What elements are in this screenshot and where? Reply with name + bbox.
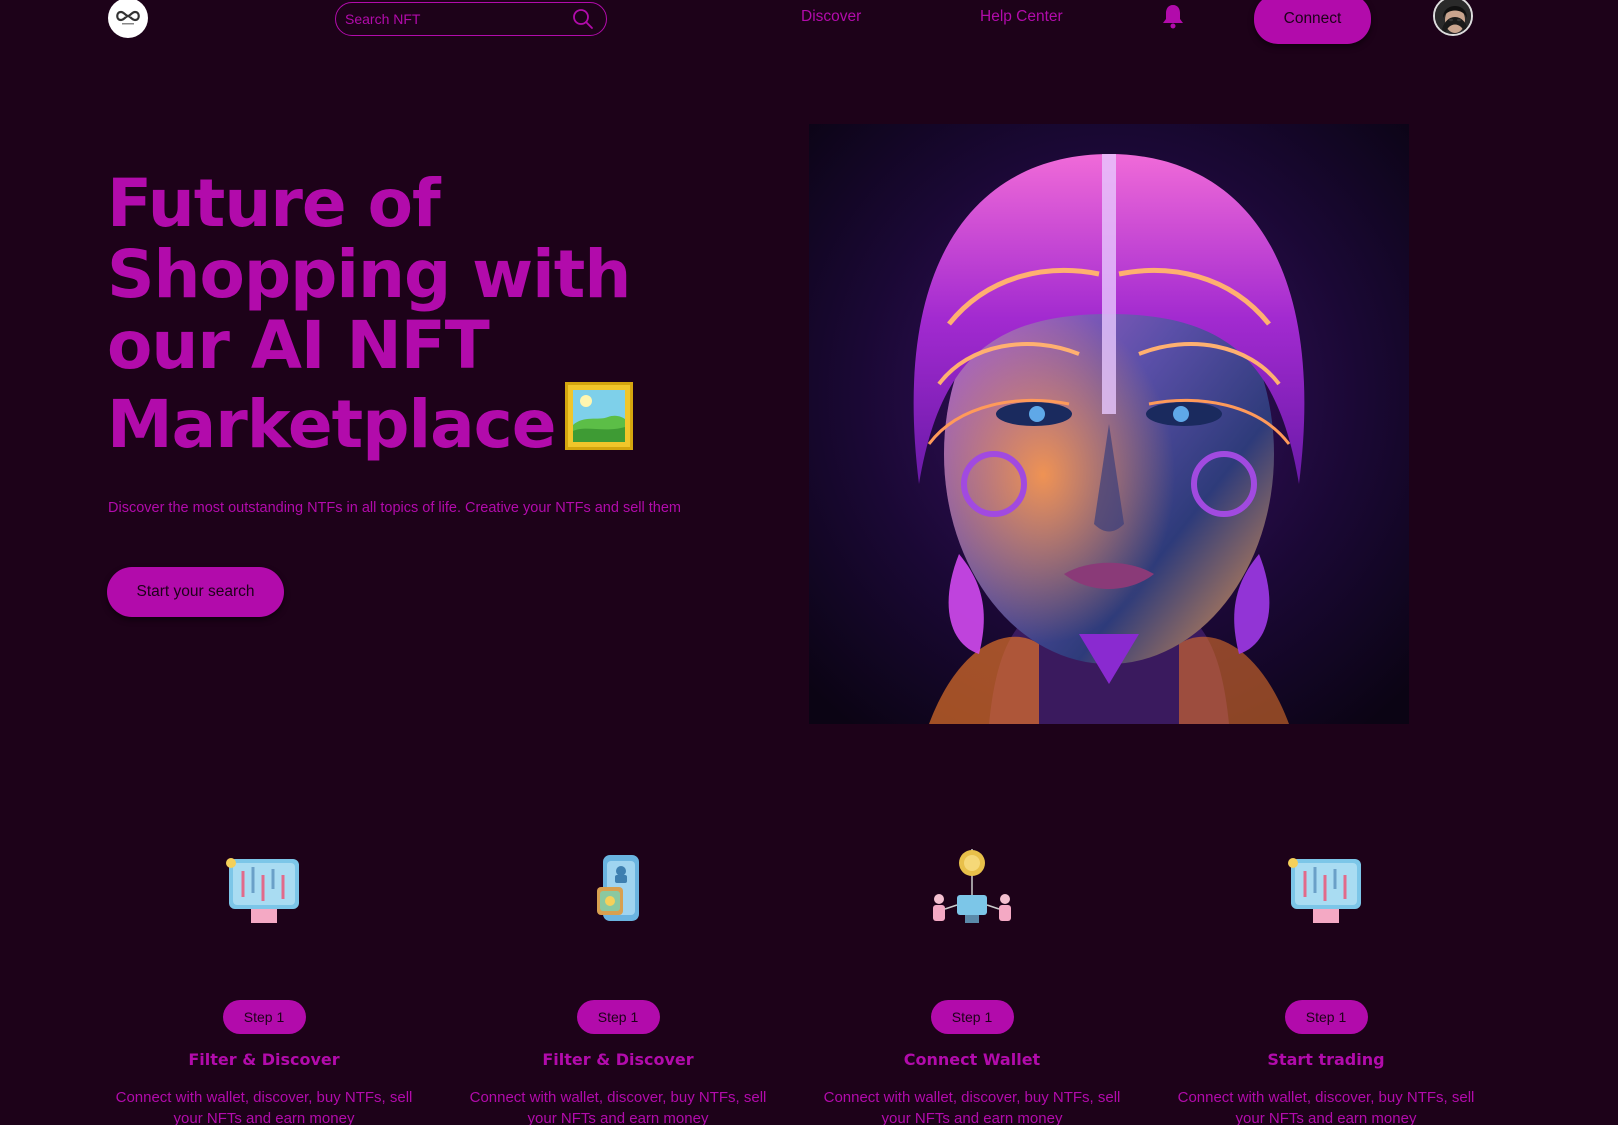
- hero-title-line-3: our AI NFT: [107, 307, 490, 384]
- hero-title-line-1: Future of: [107, 165, 441, 242]
- step-badge: Step 1: [930, 1000, 1014, 1034]
- hero-title-line-4: Marketplace: [107, 386, 556, 463]
- chart-monitor-icon: [1288, 858, 1361, 923]
- ai-portrait-illustration: [809, 124, 1409, 724]
- step-title: Connect Wallet: [903, 1050, 1041, 1069]
- search-icon[interactable]: [572, 8, 594, 30]
- infinity-logo-icon: [116, 10, 140, 25]
- step-title: Filter & Discover: [188, 1050, 340, 1069]
- connect-button[interactable]: Connect: [1254, 0, 1371, 44]
- chart-monitor-icon: [226, 858, 299, 923]
- wallet-phone-icon: [597, 855, 639, 921]
- step-card-4: Step 1 Start trading Connect with wallet…: [1156, 845, 1496, 1125]
- nav-link-discover[interactable]: Discover: [801, 8, 861, 26]
- search-bar: [335, 2, 607, 36]
- nav-link-help-center[interactable]: Help Center: [980, 8, 1063, 26]
- hero-nft-image: [809, 124, 1409, 724]
- search-input[interactable]: [345, 11, 572, 27]
- step-card-2: Step 1 Filter & Discover Connect with wa…: [448, 845, 788, 1125]
- hero-subtitle: Discover the most outstanding NTFs in al…: [108, 500, 681, 516]
- step-title: Filter & Discover: [542, 1050, 694, 1069]
- step-description: Connect with wallet, discover, buy NTFs,…: [1177, 1089, 1475, 1125]
- step-badge: Step 1: [1284, 1000, 1368, 1034]
- step-description: Connect with wallet, discover, buy NTFs,…: [823, 1089, 1121, 1125]
- brand-logo[interactable]: [108, 0, 148, 38]
- framed-picture-icon: [564, 381, 634, 451]
- avatar-icon: [1435, 0, 1471, 34]
- hero-title-line-2: Shopping with: [107, 236, 631, 313]
- avatar[interactable]: [1433, 0, 1473, 36]
- hero-title: Future of Shopping with our AI NFT Marke…: [107, 168, 727, 460]
- start-search-button[interactable]: Start your search: [107, 567, 284, 617]
- step-badge: Step 1: [576, 1000, 660, 1034]
- step-card-3: Step 1 Connect Wallet Connect with walle…: [802, 845, 1142, 1125]
- step-description: Connect with wallet, discover, buy NTFs,…: [115, 1089, 413, 1125]
- bell-icon[interactable]: [1161, 3, 1185, 29]
- step-card-1: Step 1 Filter & Discover Connect with wa…: [94, 845, 434, 1125]
- step-title: Start trading: [1267, 1050, 1385, 1069]
- crypto-network-icon: [933, 849, 1011, 923]
- step-badge: Step 1: [222, 1000, 306, 1034]
- step-description: Connect with wallet, discover, buy NTFs,…: [469, 1089, 767, 1125]
